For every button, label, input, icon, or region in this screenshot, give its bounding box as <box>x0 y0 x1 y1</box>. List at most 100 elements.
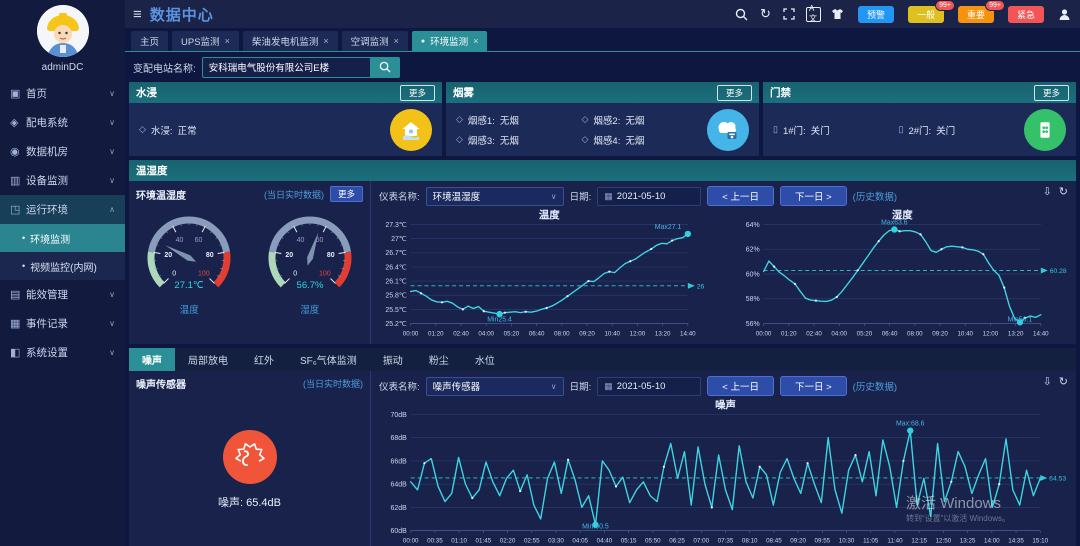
svg-text:40: 40 <box>296 237 304 244</box>
flood-house-icon <box>390 109 432 151</box>
date-input[interactable]: ▦2021-05-10 <box>597 187 701 206</box>
history-data-link[interactable]: (历史数据) <box>853 189 897 203</box>
download-icon[interactable]: ⇩ <box>1043 375 1052 388</box>
gauge-0: 02040608010027.1℃温度 <box>133 206 245 316</box>
prev-day-button[interactable]: < 上一日 <box>707 186 774 206</box>
sub-tab-6[interactable]: 水位 <box>462 348 508 371</box>
close-icon[interactable]: × <box>473 36 478 46</box>
svg-text:07:00: 07:00 <box>693 538 709 545</box>
sidebar-subitem-0[interactable]: •环境监测 <box>0 224 125 252</box>
meter-select[interactable]: 环境温湿度∨ <box>426 187 564 206</box>
svg-text:60: 60 <box>195 237 203 244</box>
sidebar-item-1[interactable]: ◈配电系统∨ <box>0 108 125 137</box>
sidebar-item-label: 运行环境 <box>26 202 109 217</box>
noise-chart-pane: ⇩ ↻ 仪表名称: 噪声传感器∨ 日期: ▦2021-05-10 < 上一日 下一… <box>371 371 1076 546</box>
search-icon[interactable] <box>734 7 749 22</box>
sub-tab-2[interactable]: 红外 <box>241 348 287 371</box>
refresh-icon[interactable]: ↻ <box>758 7 773 22</box>
alarm-badge-1[interactable]: 一般99+ <box>908 6 944 23</box>
gauge-label: 湿度 <box>300 302 319 316</box>
svg-text:13:25: 13:25 <box>960 538 976 545</box>
svg-text:05:50: 05:50 <box>645 538 661 545</box>
power-system-icon: ◈ <box>10 116 26 129</box>
alarm-badge-2[interactable]: 重要99+ <box>958 6 994 23</box>
smoke-cloud-icon <box>707 109 749 151</box>
fullscreen-icon[interactable] <box>782 7 797 22</box>
translate-icon[interactable]: A文 <box>806 7 821 22</box>
history-data-link[interactable]: (历史数据) <box>853 379 897 393</box>
sub-tab-3[interactable]: SF₆气体监测 <box>287 348 370 371</box>
substation-search-button[interactable] <box>370 57 400 78</box>
date-label: 日期: <box>570 189 592 203</box>
sidebar-item-0[interactable]: ▣首页∨ <box>0 79 125 108</box>
tab-label: UPS监测 <box>181 34 220 48</box>
sidebar-item-3[interactable]: ▥设备监测∨ <box>0 166 125 195</box>
svg-text:64.53: 64.53 <box>1049 475 1066 482</box>
next-day-button[interactable]: 下一日 > <box>780 376 847 396</box>
sidebar-item-7[interactable]: ◧系统设置∨ <box>0 338 125 367</box>
svg-text:68dB: 68dB <box>391 435 408 442</box>
substation-name-input[interactable] <box>202 57 370 78</box>
svg-text:02:40: 02:40 <box>806 330 822 337</box>
svg-text:66dB: 66dB <box>391 458 408 465</box>
refresh-chart-icon[interactable]: ↻ <box>1059 185 1068 198</box>
water-leak-panel: 水浸 更多 ◇水浸: 正常 <box>129 82 442 156</box>
tab-0[interactable]: 主页 <box>131 31 168 51</box>
water-more-button[interactable]: 更多 <box>400 85 435 101</box>
prev-day-button[interactable]: < 上一日 <box>707 376 774 396</box>
sub-tab-5[interactable]: 粉尘 <box>416 348 462 371</box>
sensor-item-1: ◇烟感2: 无烟 <box>582 110 708 130</box>
sub-tab-4[interactable]: 振动 <box>370 348 416 371</box>
svg-text:27℃: 27℃ <box>391 236 407 243</box>
substation-name-label: 变配电站名称: <box>133 60 196 75</box>
tab-2[interactable]: 柴油发电机监测 × <box>243 31 338 51</box>
svg-text:10:40: 10:40 <box>957 330 973 337</box>
svg-text:01:45: 01:45 <box>476 538 492 545</box>
tab-4[interactable]: ●环境监测× <box>412 31 488 51</box>
noise-meter-select[interactable]: 噪声传感器∨ <box>426 377 564 396</box>
next-day-button[interactable]: 下一日 > <box>780 186 847 206</box>
svg-text:25.5℃: 25.5℃ <box>385 307 406 314</box>
sidebar-item-label: 设备监测 <box>26 173 109 188</box>
svg-text:00:00: 00:00 <box>403 330 419 337</box>
svg-text:58%: 58% <box>745 296 759 303</box>
sub-tab-1[interactable]: 局部放电 <box>175 348 241 371</box>
svg-text:06:40: 06:40 <box>881 330 897 337</box>
close-icon[interactable]: × <box>323 36 328 46</box>
sub-tab-0[interactable]: 噪声 <box>129 348 175 371</box>
sidebar-item-5[interactable]: ▤能效管理∨ <box>0 280 125 309</box>
temperature-chart: 25.2℃25.5℃25.8℃26.1℃26.4℃26.7℃27℃27.3℃00… <box>371 208 724 341</box>
close-icon[interactable]: × <box>225 36 230 46</box>
alarm-badge-0[interactable]: 预警 <box>858 6 894 23</box>
sidebar-item-4[interactable]: ◳运行环境∧ <box>0 195 125 224</box>
gauge-more-button[interactable]: 更多 <box>330 186 363 202</box>
door-more-button[interactable]: 更多 <box>1034 85 1069 101</box>
tab-3[interactable]: 空调监测× <box>342 31 408 51</box>
sidebar-subitem-1[interactable]: •视频监控(内网) <box>0 252 125 280</box>
svg-text:26.4℃: 26.4℃ <box>385 264 406 271</box>
user-icon[interactable] <box>1057 7 1072 22</box>
svg-text:27.3℃: 27.3℃ <box>385 222 406 229</box>
svg-text:09:55: 09:55 <box>815 538 831 545</box>
noise-controls: 仪表名称: 噪声传感器∨ 日期: ▦2021-05-10 < 上一日 下一日 >… <box>371 371 1076 398</box>
svg-text:08:00: 08:00 <box>907 330 923 337</box>
sidebar-item-2[interactable]: ◉数据机房∨ <box>0 137 125 166</box>
svg-text:14:00: 14:00 <box>984 538 1000 545</box>
sidebar-item-label: 系统设置 <box>26 345 109 360</box>
noise-pane-title: 噪声传感器 <box>136 376 186 391</box>
sidebar-item-6[interactable]: ▦事件记录∨ <box>0 309 125 338</box>
badge-count: 99+ <box>935 0 955 11</box>
smoke-panel: 烟雾 更多 ◇烟感1: 无烟◇烟感2: 无烟◇烟感3: 无烟◇烟感4: 无烟 <box>446 82 759 156</box>
alarm-badge-3[interactable]: 紧急 <box>1008 6 1044 23</box>
refresh-chart-icon[interactable]: ↻ <box>1059 375 1068 388</box>
hamburger-menu-icon[interactable]: ≡ <box>133 6 142 23</box>
avatar[interactable] <box>37 5 89 57</box>
theme-icon[interactable] <box>830 7 845 22</box>
tab-label: 柴油发电机监测 <box>252 34 319 48</box>
tab-1[interactable]: UPS监测 × <box>172 31 239 51</box>
close-icon[interactable]: × <box>394 36 399 46</box>
svg-text:09:20: 09:20 <box>932 330 948 337</box>
noise-date-input[interactable]: ▦2021-05-10 <box>597 377 701 396</box>
download-icon[interactable]: ⇩ <box>1043 185 1052 198</box>
smoke-more-button[interactable]: 更多 <box>717 85 752 101</box>
